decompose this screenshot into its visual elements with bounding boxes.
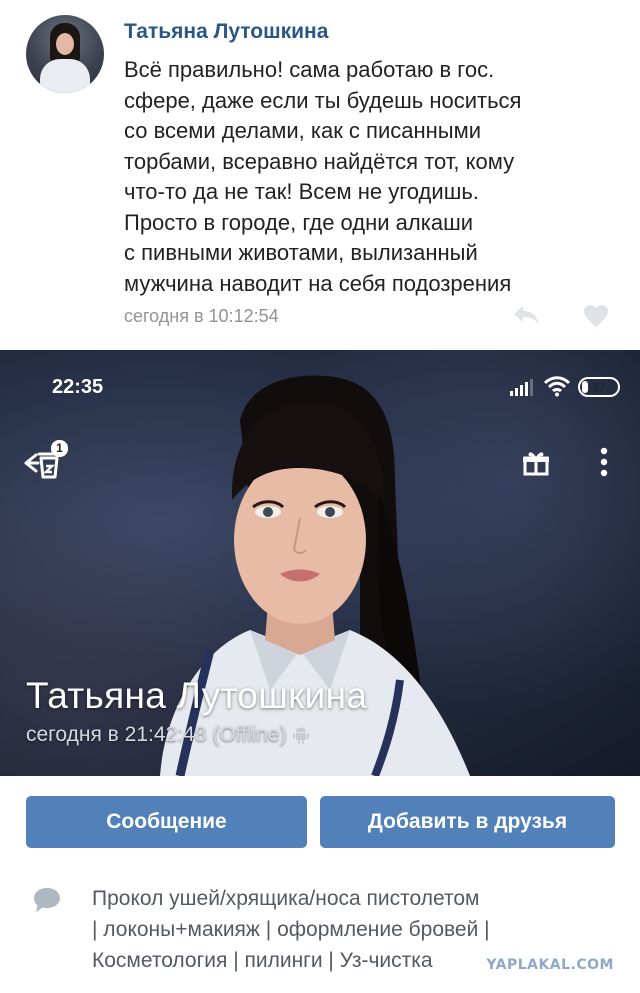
status-time: 22:35 bbox=[52, 376, 104, 398]
profile-name: Татьяна Лутошкина bbox=[26, 675, 368, 716]
comment-avatar[interactable] bbox=[26, 15, 104, 93]
comment-line: сфере, даже если ты будешь носиться bbox=[124, 87, 522, 113]
profile-cover: 22:35 27 1 Татьяна Лутошкина сегодня в 2… bbox=[0, 350, 640, 776]
android-icon bbox=[292, 727, 309, 745]
comment-line: что-то да не так! Всем не угодишь. bbox=[124, 179, 479, 204]
comment-author[interactable]: Татьяна Лутошкина bbox=[124, 20, 328, 44]
avatar-coat bbox=[40, 59, 90, 93]
add-friend-button[interactable]: Добавить в друзья bbox=[320, 796, 615, 848]
comment-line: с пивными животами, вылизанный bbox=[124, 240, 478, 265]
gift-icon[interactable] bbox=[522, 448, 550, 476]
more-vertical-icon[interactable] bbox=[594, 446, 614, 478]
notification-badge: 1 bbox=[51, 440, 68, 457]
comment-line: Просто в городе, где одни алкаши bbox=[124, 209, 474, 235]
watermark: YAPLAKAL.COM bbox=[486, 957, 614, 973]
status-line: Прокол ушей/хрящика/носа пистолетом bbox=[92, 887, 480, 910]
heart-icon[interactable] bbox=[582, 303, 610, 329]
profile-actions: Сообщение Добавить в друзья bbox=[0, 776, 640, 862]
comment-line: мужчина наводит на себя подозрения bbox=[124, 270, 512, 296]
battery-percent: 27 bbox=[592, 380, 606, 394]
message-button[interactable]: Сообщение bbox=[26, 796, 307, 848]
comment-text: Всё правильно! сама работаю в гос. сфере… bbox=[124, 55, 614, 299]
status-line: | локоны+макияж | оформление бровей | bbox=[92, 918, 490, 941]
comment-line: со всеми делами, как с писанными bbox=[124, 118, 482, 143]
comment-line: торбами, всеравно найдётся тот, кому bbox=[124, 148, 515, 174]
profile-status: Прокол ушей/хрящика/носа пистолетом | ло… bbox=[0, 862, 640, 993]
wifi-icon bbox=[544, 376, 570, 397]
signal-icon bbox=[510, 379, 533, 396]
reply-icon[interactable] bbox=[511, 303, 541, 327]
comment-line: Всё правильно! сама работаю в гос. bbox=[124, 57, 495, 82]
chat-bubble-icon bbox=[34, 888, 60, 912]
battery-icon: 27 bbox=[578, 377, 620, 397]
comment: Татьяна Лутошкина Всё правильно! сама ра… bbox=[0, 0, 640, 350]
last-seen: сегодня в 21:42:48 (Offline) bbox=[26, 723, 309, 747]
comment-time[interactable]: сегодня в 10:12:54 bbox=[124, 306, 279, 327]
status-bar: 22:35 27 bbox=[0, 350, 640, 424]
last-seen-text: сегодня в 21:42:48 (Offline) bbox=[26, 723, 287, 746]
avatar-face bbox=[56, 33, 74, 55]
